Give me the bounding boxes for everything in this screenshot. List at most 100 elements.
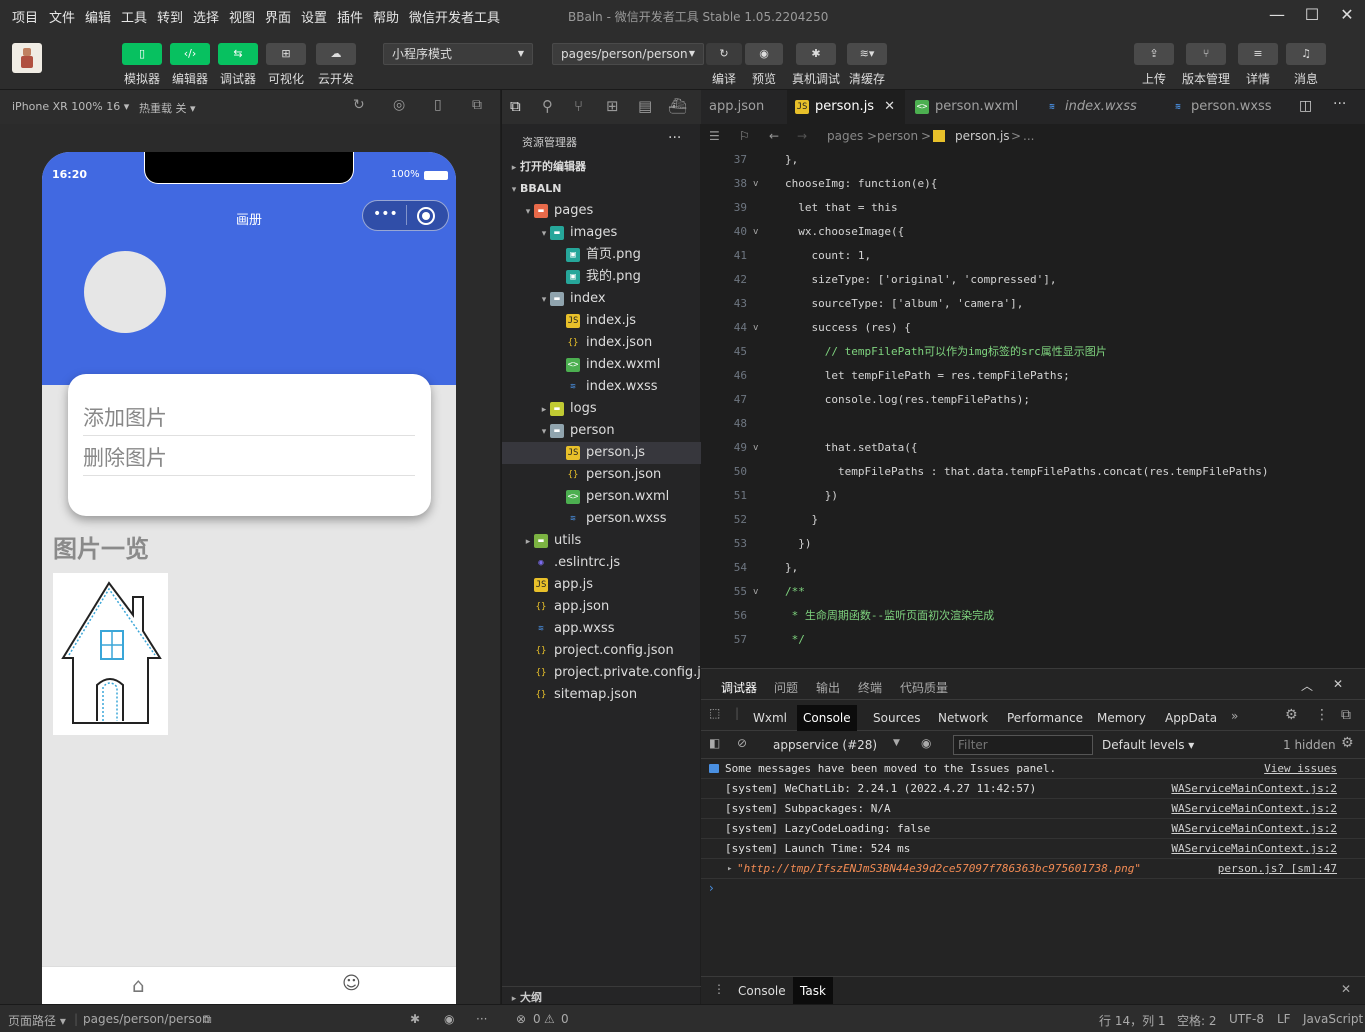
close-icon[interactable]: ✕ [884, 90, 895, 124]
menu-tools[interactable]: 工具 [121, 7, 147, 26]
clear-cache-button[interactable]: ≋▾ [847, 43, 887, 65]
console-message[interactable]: [system] LazyCodeLoading: false WAService… [701, 819, 1365, 839]
popout-icon[interactable]: ⧉ [472, 97, 482, 113]
visual-button[interactable]: ⊞ [266, 43, 306, 65]
settings-icon[interactable]: ⚙ [1285, 707, 1298, 723]
code-line[interactable]: 55 v /** [701, 580, 1361, 604]
list-icon[interactable]: ☰ [709, 124, 720, 148]
eye-icon[interactable]: ◉ [921, 736, 931, 750]
inspect-icon[interactable]: ⬚ [709, 706, 720, 720]
menu-wechat-devtools[interactable]: 微信开发者工具 [409, 7, 500, 26]
folder-item[interactable]: ▾ ▬ images [502, 222, 701, 244]
close-icon[interactable]: ✕ [1335, 4, 1359, 26]
code-line[interactable]: 57 */ [701, 628, 1361, 652]
chevron-up-icon[interactable]: ︿ [1301, 677, 1313, 694]
error-icon[interactable]: ⊗ [516, 1012, 526, 1026]
bug-icon[interactable]: ✱ [410, 1012, 420, 1026]
version-button[interactable]: ⑂ [1186, 43, 1226, 65]
code-line[interactable]: 45 // tempFilePath可以作为img标签的src属性显示图片 [701, 340, 1361, 364]
console-source-link[interactable]: View issues [1264, 759, 1337, 779]
tab-app-json[interactable]: app.json [701, 90, 787, 124]
code-line[interactable]: 38 v chooseImg: function(e){ [701, 172, 1361, 196]
folder-item[interactable]: ▸ ▬ logs [502, 398, 701, 420]
search-icon[interactable]: ⚲ [542, 97, 553, 115]
console-source-link[interactable]: WAServiceMainContext.js:2 [1171, 779, 1337, 799]
fold-icon[interactable]: v [753, 220, 758, 244]
line-ending[interactable]: LF [1277, 1012, 1291, 1026]
context-select[interactable]: appservice (#28) [773, 738, 877, 752]
rotate-icon[interactable]: ↻ [353, 97, 365, 113]
panel-appdata[interactable]: AppData [1159, 705, 1223, 731]
menu-goto[interactable]: 转到 [157, 7, 183, 26]
project-section[interactable]: ▾ BBALN [502, 178, 701, 200]
menu-select[interactable]: 选择 [193, 7, 219, 26]
more-icon[interactable]: ··· [1333, 96, 1346, 112]
console-message[interactable]: ▸ "http://tmp/IfszENJmS3BN44e39d2ce57097f… [701, 859, 1365, 879]
code-line[interactable]: 46 let tempFilePath = res.tempFilePaths; [701, 364, 1361, 388]
more-vert-icon[interactable]: ⋮ [713, 982, 725, 996]
filter-input[interactable] [953, 735, 1093, 755]
panel-memory[interactable]: Memory [1091, 705, 1152, 731]
more-icon[interactable]: ··· [476, 1012, 487, 1026]
close-mini-icon[interactable] [417, 207, 435, 225]
tab-problems[interactable]: 问题 [774, 679, 798, 696]
console-source-link[interactable]: person.js? [sm]:47 [1218, 859, 1337, 879]
back-icon[interactable]: ← [769, 124, 779, 148]
code-line[interactable]: 56 * 生命周期函数--监听页面初次渲染完成 [701, 604, 1361, 628]
console-message[interactable]: Some messages have been moved to the Iss… [701, 759, 1365, 779]
warning-icon[interactable]: ⚠ [544, 1012, 555, 1026]
levels-select[interactable]: Default levels ▾ [1102, 738, 1194, 752]
folder-item[interactable]: ▾ ▬ person [502, 420, 701, 442]
file-item[interactable]: ≋ person.wxss [502, 508, 701, 530]
file-item[interactable]: {} person.json [502, 464, 701, 486]
file-item[interactable]: {} index.json [502, 332, 701, 354]
file-item[interactable]: ▣ 首页.png [502, 244, 701, 266]
tab-person-js[interactable]: JS person.js ✕ [787, 90, 905, 124]
crumb-person[interactable]: person [877, 124, 918, 148]
menu-plugins[interactable]: 插件 [337, 7, 363, 26]
file-item[interactable]: ◉ .eslintrc.js [502, 552, 701, 574]
details-button[interactable]: ≡ [1238, 43, 1278, 65]
add-image-button[interactable]: 添加图片 [83, 402, 167, 432]
capsule-menu[interactable]: ••• [362, 200, 449, 231]
phone-icon[interactable]: ▯ [434, 97, 442, 113]
page-path-select[interactable]: 页面路径 ▾ [8, 1012, 66, 1029]
crumb-file[interactable]: person.js [955, 124, 1010, 148]
panel-performance[interactable]: Performance [1001, 705, 1089, 731]
fold-icon[interactable]: v [753, 172, 758, 196]
cursor-position[interactable]: 行 14，列 1 [1099, 1012, 1166, 1029]
drawer-tab-task[interactable]: Task [793, 977, 833, 1005]
file-item[interactable]: {} app.json [502, 596, 701, 618]
menu-project[interactable]: 项目 [12, 7, 38, 26]
code-line[interactable]: 40 v wx.chooseImage({ [701, 220, 1361, 244]
folder-item[interactable]: ▸ ▬ utils [502, 530, 701, 552]
drawer-tab-console[interactable]: Console [731, 977, 793, 1005]
menu-interface[interactable]: 界面 [265, 7, 291, 26]
avatar-circle[interactable] [84, 251, 166, 333]
record-icon[interactable]: ◎ [393, 97, 405, 113]
console-source-link[interactable]: WAServiceMainContext.js:2 [1171, 839, 1337, 859]
prompt-icon[interactable]: › [709, 881, 714, 895]
person-tab-icon[interactable]: ☺ [342, 973, 361, 994]
code-line[interactable]: 48 [701, 412, 1361, 436]
sidebar-toggle-icon[interactable]: ◧ [709, 736, 720, 750]
file-item[interactable]: <> index.wxml [502, 354, 701, 376]
upload-button[interactable]: ⇪ [1134, 43, 1174, 65]
code-line[interactable]: 51 }) [701, 484, 1361, 508]
simulator-button[interactable]: ▯ [122, 43, 162, 65]
extensions-icon[interactable]: ⊞ [606, 97, 619, 115]
maximize-icon[interactable]: ☐ [1300, 4, 1324, 26]
code-line[interactable]: 37}, [701, 148, 1361, 172]
panel-network[interactable]: Network [932, 705, 994, 731]
code-line[interactable]: 39 let that = this [701, 196, 1361, 220]
language-mode[interactable]: JavaScript [1303, 1012, 1363, 1026]
more-panels-icon[interactable]: » [1231, 709, 1238, 723]
fold-icon[interactable]: v [753, 316, 758, 340]
menu-edit[interactable]: 编辑 [85, 7, 111, 26]
avatar[interactable] [12, 43, 42, 73]
debugger-button[interactable]: ⇆ [218, 43, 258, 65]
console-message[interactable]: [system] WeChatLib: 2.24.1 (2022.4.27 11… [701, 779, 1365, 799]
open-editors-section[interactable]: ▸ 打开的编辑器 [502, 156, 701, 178]
copy-icon[interactable]: ⧉ [203, 1012, 212, 1027]
more-icon[interactable]: ••• [373, 206, 398, 222]
